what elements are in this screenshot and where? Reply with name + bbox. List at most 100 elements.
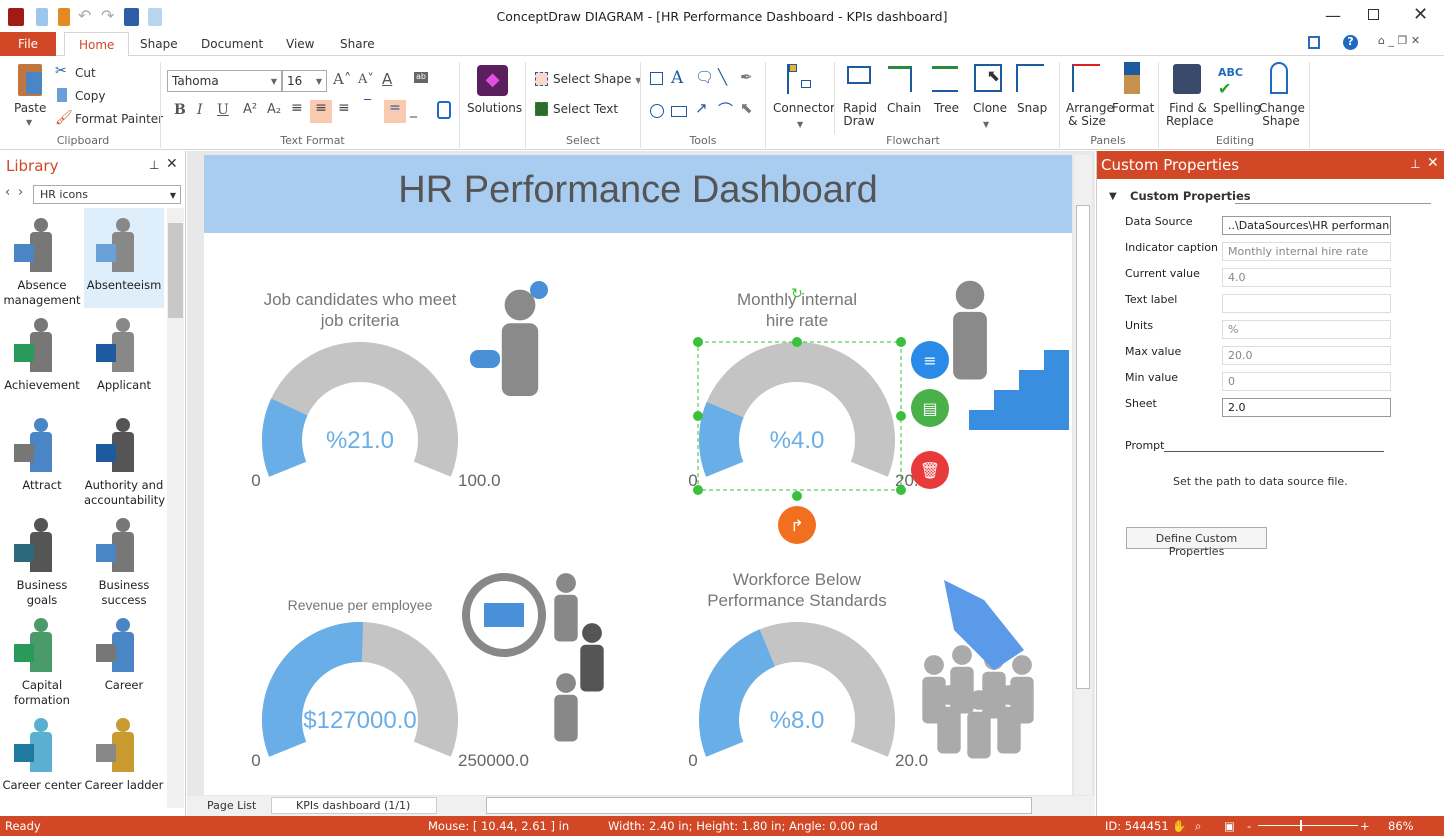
copy-button[interactable]: Copy (75, 89, 105, 103)
library-item[interactable]: Capital formation (2, 608, 82, 708)
library-item[interactable]: Business goals (2, 508, 82, 608)
arrow-tool[interactable]: ↗ (695, 99, 708, 117)
snap-button[interactable]: Snap (1017, 102, 1047, 115)
format-button[interactable]: Format (1112, 102, 1154, 115)
library-select[interactable]: HR icons ▼ (33, 185, 181, 204)
collapse-ribbon-icon[interactable]: ⌂ _ ❐ ✕ (1378, 34, 1420, 47)
library-item[interactable]: Career ladder (84, 708, 164, 808)
pin-icon[interactable]: ⊥ (1410, 157, 1420, 171)
resize-handle[interactable] (693, 485, 703, 495)
subscript-button[interactable]: A₂ (267, 102, 281, 117)
library-item[interactable]: Business success (84, 508, 164, 608)
property-field[interactable] (1222, 294, 1391, 313)
property-field[interactable]: 4.0 (1222, 268, 1391, 287)
property-field[interactable]: ..\DataSources\HR performance.: (1222, 216, 1391, 235)
font-size-select[interactable]: 16 ▼ (282, 70, 327, 92)
align-left-button[interactable]: ≡ (291, 100, 308, 122)
help-icon[interactable]: ? (1343, 35, 1358, 50)
italic-button[interactable]: I (197, 102, 203, 118)
resize-handle[interactable] (896, 485, 906, 495)
grow-font-icon[interactable]: A˄ (333, 70, 351, 88)
property-field[interactable]: Monthly internal hire rate (1222, 242, 1391, 261)
cut-button[interactable]: Cut (75, 66, 96, 80)
minimize-button[interactable]: — (1325, 6, 1341, 25)
page-select[interactable]: KPIs dashboard (1/1) (271, 797, 437, 814)
prev-library-icon[interactable]: ‹ (5, 185, 10, 200)
connector-button[interactable]: Connector (773, 102, 835, 115)
rapid-draw-button[interactable]: Rapid Draw (843, 102, 877, 128)
layout-icon[interactable] (1308, 36, 1320, 49)
property-field[interactable]: 0 (1222, 372, 1391, 391)
library-item[interactable]: Applicant (84, 308, 164, 408)
tab-view[interactable]: View (272, 32, 328, 57)
format-painter-button[interactable]: Format Painter (75, 112, 163, 126)
bezier-tool[interactable]: ⬉ (740, 99, 753, 117)
paste-dropdown-icon[interactable]: ▼ (26, 118, 32, 127)
library-item[interactable]: Career (84, 608, 164, 708)
resize-handle[interactable] (693, 411, 703, 421)
clone-button[interactable]: Clone (973, 102, 1007, 115)
define-custom-properties-button[interactable]: Define Custom Properties (1126, 527, 1267, 558)
rotate-handle-icon[interactable]: ↻ (791, 286, 803, 302)
library-item[interactable]: Career center (2, 708, 82, 808)
zoom-slider[interactable] (1258, 820, 1358, 831)
resize-handle[interactable] (792, 491, 802, 501)
resize-handle[interactable] (896, 411, 906, 421)
tab-share[interactable]: Share (326, 32, 389, 57)
library-item[interactable]: Absenteeism (84, 208, 164, 308)
text-box-icon[interactable] (437, 101, 451, 119)
tree-button[interactable]: Tree (934, 102, 959, 115)
library-item[interactable]: Achievement (2, 308, 82, 408)
close-properties-icon[interactable]: ✕ (1427, 155, 1439, 171)
library-item[interactable]: Attract (2, 408, 82, 508)
align-top-button[interactable]: ‾ (364, 98, 371, 114)
solutions-button[interactable]: Solutions (467, 102, 522, 115)
resize-handle[interactable] (693, 337, 703, 347)
align-right-button[interactable]: ≡ (338, 100, 350, 116)
tab-document[interactable]: Document (187, 32, 277, 57)
underline-button[interactable]: U (217, 102, 229, 118)
callout-tool[interactable]: 🗨 (695, 68, 714, 86)
align-bottom-button[interactable]: _ (410, 102, 417, 118)
pen-tool[interactable]: ✒ (740, 68, 753, 86)
maximize-button[interactable] (1368, 9, 1379, 20)
shrink-font-icon[interactable]: A˅ (358, 72, 374, 87)
rectangle-tool[interactable] (650, 72, 663, 85)
library-item[interactable]: Absence management (2, 208, 82, 308)
tab-file[interactable]: File (0, 32, 56, 57)
zoom-in-icon[interactable]: + (1360, 819, 1370, 833)
library-scrollbar[interactable] (167, 208, 184, 808)
chain-button[interactable]: Chain (887, 102, 921, 115)
font-family-select[interactable]: Tahoma ▼ (167, 70, 282, 92)
text-block-tool[interactable] (671, 106, 687, 117)
zoom-tool-icon[interactable]: ⌕ (1195, 819, 1201, 834)
align-middle-button[interactable]: = (384, 100, 406, 123)
bold-button[interactable]: B (174, 102, 186, 118)
highlight-icon[interactable]: ab (414, 72, 428, 83)
collapse-section-icon[interactable]: ▼ (1109, 191, 1117, 202)
library-item[interactable]: Authority and accountability (84, 408, 165, 508)
change-shape-button[interactable]: Change Shape (1259, 102, 1305, 128)
tab-home[interactable]: Home (64, 32, 130, 57)
tab-shape[interactable]: Shape (126, 32, 192, 57)
resize-handle[interactable] (896, 337, 906, 347)
close-button[interactable]: ✕ (1413, 4, 1428, 25)
ellipse-tool[interactable] (650, 104, 664, 118)
find-replace-button[interactable]: Find & Replace (1166, 102, 1213, 128)
next-library-icon[interactable]: › (18, 185, 23, 200)
arrange-size-button[interactable]: Arrange & Size (1066, 102, 1114, 128)
zoom-out-icon[interactable]: - (1247, 819, 1251, 833)
paste-button[interactable]: Paste (14, 102, 46, 115)
text-tool[interactable]: A (671, 68, 683, 88)
vertical-scrollbar[interactable] (1074, 155, 1092, 795)
fit-page-icon[interactable]: ▣ (1224, 819, 1235, 833)
arc-tool[interactable]: ⌒ (718, 99, 733, 120)
line-tool[interactable]: ╲ (718, 68, 727, 86)
pin-icon[interactable]: ⊥ (149, 158, 159, 172)
connector-dropdown-icon[interactable]: ▼ (797, 120, 803, 129)
hand-tool-icon[interactable]: ✋ (1172, 819, 1186, 833)
property-field[interactable]: % (1222, 320, 1391, 339)
resize-handle[interactable] (792, 337, 802, 347)
close-library-icon[interactable]: ✕ (166, 156, 178, 172)
property-field[interactable]: 20.0 (1222, 346, 1391, 365)
